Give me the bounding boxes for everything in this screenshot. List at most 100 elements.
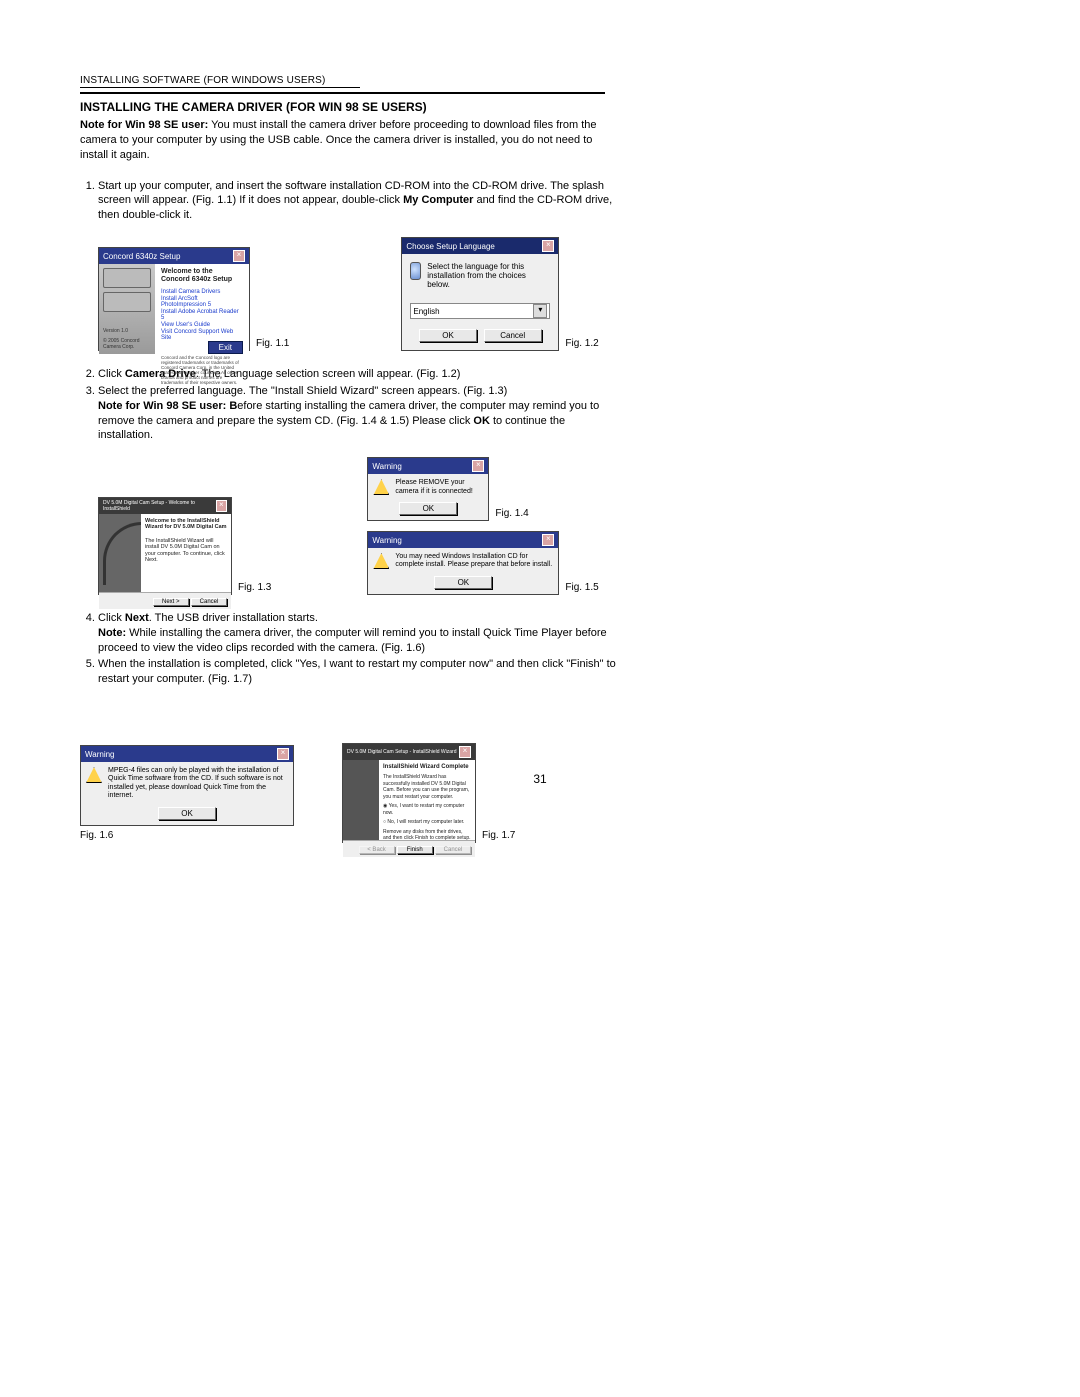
- step-text: While installing the camera driver, the …: [98, 627, 607, 654]
- intro-bold: Note for Win 98 SE user:: [80, 119, 208, 131]
- warning-icon: [373, 553, 389, 569]
- wizard-heading: Welcome to the InstallShield Wizard for …: [145, 518, 227, 531]
- figure-1-7-block: DV 5.0M Digital Cam Setup - InstallShiel…: [342, 743, 515, 843]
- close-icon[interactable]: ×: [216, 500, 227, 512]
- figure-1-5: Warning × You may need Windows Installat…: [367, 531, 559, 595]
- window-title: Warning: [372, 536, 402, 545]
- window-titlebar: Concord 6340z Setup ×: [99, 248, 249, 264]
- step-text: Click: [98, 368, 125, 380]
- window-title: DV 5.0M Digital Cam Setup - Welcome to I…: [103, 500, 216, 512]
- figure-caption: Fig. 1.2: [565, 338, 598, 351]
- splash-link[interactable]: Install Adobe Acrobat Reader 5: [161, 309, 243, 321]
- wizard-text: Remove any disks from their drives, and …: [383, 829, 471, 842]
- finish-button[interactable]: Finish: [397, 846, 433, 854]
- intro-paragraph: Note for Win 98 SE user: You must instal…: [80, 118, 605, 163]
- splash-link[interactable]: Install Camera Drivers: [161, 289, 243, 295]
- window-title: DV 5.0M Digital Cam Setup - InstallShiel…: [347, 749, 457, 755]
- section-heading: INSTALLING THE CAMERA DRIVER (FOR WIN 98…: [80, 100, 1000, 114]
- figure-row-1: Concord 6340z Setup × Version 1.0 © 2005…: [98, 237, 1000, 351]
- copyright-label: © 2005 Concord Camera Corp.: [103, 338, 151, 350]
- steps-list-3: Click Next. The USB driver installation …: [80, 611, 623, 687]
- figure-1-4: Warning × Please REMOVE your camera if i…: [367, 457, 489, 521]
- window-title: Warning: [372, 462, 402, 471]
- step-text: Click: [98, 612, 125, 624]
- step-text: Select the preferred language. The "Inst…: [98, 385, 507, 397]
- restart-no-radio[interactable]: No, I will restart my computer later.: [383, 819, 471, 826]
- splash-link[interactable]: Install ArcSoft PhotoImpression 5: [161, 296, 243, 308]
- step-bold: OK: [473, 415, 490, 427]
- splash-link[interactable]: View User's Guide: [161, 322, 243, 328]
- figure-1-2-block: Choose Setup Language × Select the langu…: [401, 237, 598, 351]
- figure-1-4-block: Warning × Please REMOVE your camera if i…: [367, 457, 598, 521]
- step-text: . The USB driver installation starts.: [149, 612, 318, 624]
- step-1: Start up your computer, and insert the s…: [98, 179, 623, 224]
- figure-caption: Fig. 1.7: [482, 830, 515, 843]
- step-bold: Next: [125, 612, 149, 624]
- window-titlebar: Choose Setup Language ×: [402, 238, 558, 254]
- wizard-heading: InstallShield Wizard Complete: [383, 764, 471, 772]
- step-3: Select the preferred language. The "Inst…: [98, 384, 623, 443]
- figure-1-7: DV 5.0M Digital Cam Setup - InstallShiel…: [342, 743, 476, 843]
- language-select[interactable]: English ▾: [410, 303, 550, 319]
- dialog-message: Please REMOVE your camera if it is conne…: [395, 479, 483, 496]
- wizard-graphic: [99, 514, 141, 592]
- step-5: When the installation is completed, clic…: [98, 657, 623, 687]
- figure-caption: Fig. 1.1: [256, 338, 289, 351]
- close-icon[interactable]: ×: [277, 748, 289, 760]
- step-bold: Note:: [98, 627, 126, 639]
- close-icon[interactable]: ×: [233, 250, 245, 262]
- running-head: INSTALLING SOFTWARE (FOR WINDOWS USERS): [80, 75, 360, 88]
- close-icon[interactable]: ×: [472, 460, 484, 472]
- legal-text: Concord and the Concord logo are registe…: [161, 356, 243, 386]
- figure-1-5-block: Warning × You may need Windows Installat…: [367, 531, 598, 595]
- dialog-message: Select the language for this installatio…: [427, 262, 550, 289]
- camera-icon: [103, 268, 151, 288]
- chevron-down-icon[interactable]: ▾: [533, 304, 547, 318]
- dialog-message: You may need Windows Installation CD for…: [395, 553, 553, 570]
- cancel-button: Cancel: [435, 846, 471, 854]
- restart-yes-radio[interactable]: Yes, I want to restart my computer now.: [383, 803, 471, 816]
- splash-sidebar: Version 1.0 © 2005 Concord Camera Corp.: [99, 264, 155, 354]
- ok-button[interactable]: OK: [434, 576, 492, 589]
- figure-caption: Fig. 1.6: [80, 830, 294, 843]
- ok-button[interactable]: OK: [158, 807, 216, 820]
- next-button[interactable]: Next >: [153, 598, 189, 606]
- figure-caption: Fig. 1.5: [565, 582, 598, 595]
- window-title: Concord 6340z Setup: [103, 252, 180, 261]
- figure-caption: Fig. 1.4: [495, 508, 528, 521]
- welcome-title: Welcome to the Concord 6340z Setup: [161, 268, 243, 285]
- figure-1-1-block: Concord 6340z Setup × Version 1.0 © 2005…: [98, 247, 289, 351]
- splash-main: Welcome to the Concord 6340z Setup Insta…: [155, 264, 249, 354]
- close-icon[interactable]: ×: [542, 534, 554, 546]
- version-label: Version 1.0: [103, 328, 151, 334]
- ok-button[interactable]: OK: [399, 502, 457, 515]
- page: INSTALLING SOFTWARE (FOR WINDOWS USERS) …: [0, 0, 1080, 1397]
- figure-1-3: DV 5.0M Digital Cam Setup - Welcome to I…: [98, 497, 232, 595]
- rule: [80, 92, 605, 94]
- globe-icon: [410, 262, 421, 280]
- window-title: Choose Setup Language: [406, 242, 495, 251]
- step-bold: My Computer: [403, 194, 473, 206]
- window-titlebar: Warning ×: [81, 746, 293, 762]
- close-icon[interactable]: ×: [459, 746, 471, 758]
- figure-1-2: Choose Setup Language × Select the langu…: [401, 237, 559, 351]
- window-titlebar: Warning ×: [368, 458, 488, 474]
- exit-button[interactable]: Exit: [208, 341, 243, 354]
- figure-1-3-block: DV 5.0M Digital Cam Setup - Welcome to I…: [98, 497, 271, 595]
- cancel-button[interactable]: Cancel: [191, 598, 227, 606]
- page-number: 31: [0, 772, 1080, 786]
- steps-list-1: Start up your computer, and insert the s…: [80, 179, 623, 224]
- step-text: When the installation is completed, clic…: [98, 658, 616, 685]
- camera-icon: [103, 292, 151, 312]
- back-button: < Back: [359, 846, 395, 854]
- window-titlebar: DV 5.0M Digital Cam Setup - Welcome to I…: [99, 498, 231, 514]
- select-value: English: [413, 307, 439, 316]
- splash-link[interactable]: Visit Concord Support Web Site: [161, 329, 243, 341]
- wizard-text: The InstallShield Wizard will install DV…: [145, 538, 225, 564]
- step-4: Click Next. The USB driver installation …: [98, 611, 623, 656]
- cancel-button[interactable]: Cancel: [484, 329, 542, 342]
- close-icon[interactable]: ×: [542, 240, 554, 252]
- figure-row-2: DV 5.0M Digital Cam Setup - Welcome to I…: [98, 457, 1000, 595]
- ok-button[interactable]: OK: [419, 329, 477, 342]
- step-bold: Note for Win 98 SE user: B: [98, 400, 237, 412]
